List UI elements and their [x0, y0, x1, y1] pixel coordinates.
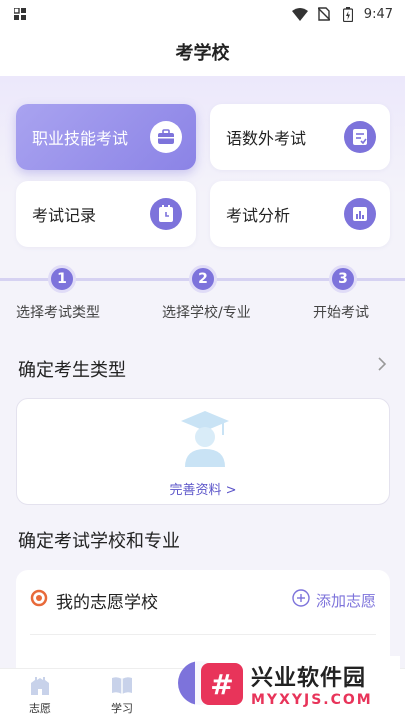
- castle-icon: [28, 673, 52, 700]
- battery-icon: [340, 6, 356, 22]
- clock-time: 9:47: [363, 6, 393, 22]
- calendar-clock-icon: [150, 198, 182, 230]
- add-preference-label: 添加志愿: [315, 591, 376, 610]
- section-title-school-major: 确定考试学校和专业: [18, 531, 180, 552]
- card-label: 考试记录: [32, 206, 97, 225]
- step-2-label: 选择学校/专业: [162, 305, 251, 321]
- bar-chart-icon: [344, 198, 376, 230]
- card-vocational-exam[interactable]: 职业技能考试: [16, 104, 196, 170]
- step-1-number: 1: [48, 265, 76, 293]
- complete-profile-link[interactable]: 完善资料 >: [17, 479, 389, 498]
- my-preferred-schools-label: 我的志愿学校: [56, 592, 158, 613]
- step-2-number: 2: [189, 265, 217, 293]
- status-bar: 9:47: [0, 0, 405, 28]
- watermark-title: 兴业软件园: [251, 666, 367, 691]
- card-label: 职业技能考试: [32, 129, 129, 148]
- exam-sheet-icon: [344, 121, 376, 153]
- book-icon: [110, 673, 134, 700]
- card-chinese-math-english[interactable]: 语数外考试: [210, 104, 390, 170]
- add-circle-icon: [292, 589, 310, 611]
- section-title-candidate-type: 确定考生类型: [18, 360, 126, 381]
- briefcase-icon: [150, 121, 182, 153]
- candidate-profile-card[interactable]: 完善资料 >: [16, 398, 390, 505]
- page-title: 考学校: [0, 28, 405, 76]
- step-3-label: 开始考试: [313, 305, 369, 321]
- hash-logo-icon: #: [201, 663, 243, 705]
- tab-label: 志愿: [29, 702, 51, 715]
- step-3-number: 3: [329, 265, 357, 293]
- step-1-label: 选择考试类型: [16, 305, 100, 321]
- exam-steps: 1 2 3 选择考试类型 选择学校/专业 开始考试: [0, 262, 405, 322]
- watermark-subtitle: MYXYJS.COM: [251, 692, 373, 708]
- graduate-avatar-icon: [179, 407, 231, 471]
- target-icon: [30, 589, 48, 612]
- wifi-icon: [291, 7, 308, 21]
- add-preference-button[interactable]: 添加志愿: [292, 589, 376, 611]
- tab-study[interactable]: 学习: [92, 673, 152, 716]
- divider: [30, 634, 376, 635]
- app-grid-icon: [12, 7, 28, 21]
- card-exam-records[interactable]: 考试记录: [16, 181, 196, 247]
- tab-volunteer[interactable]: 志愿: [10, 673, 70, 716]
- card-exam-analysis[interactable]: 考试分析: [210, 181, 390, 247]
- tab-label: 学习: [111, 702, 133, 715]
- card-label: 考试分析: [226, 206, 291, 225]
- card-label: 语数外考试: [226, 129, 307, 148]
- my-preferred-schools-row[interactable]: 我的志愿学校 添加志愿: [30, 580, 376, 620]
- watermark: # 兴业软件园 MYXYJS.COM: [195, 656, 400, 712]
- no-sim-icon: [316, 7, 332, 21]
- chevron-right-icon[interactable]: [377, 356, 387, 377]
